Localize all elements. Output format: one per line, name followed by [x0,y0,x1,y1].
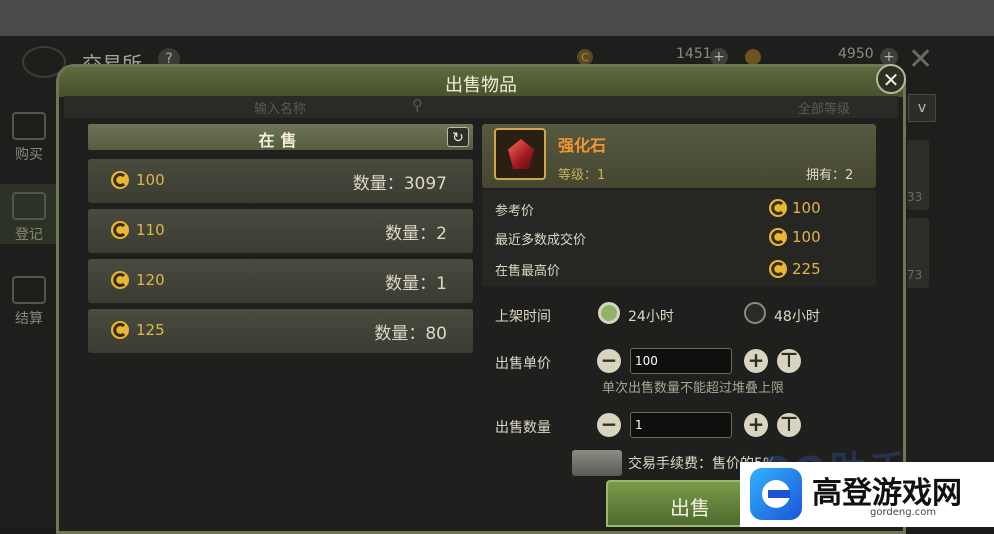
on-sale-title: 在售 [258,131,303,150]
coin-icon [769,228,787,246]
register-icon [12,192,46,220]
quantity-decrease-button[interactable]: − [597,413,621,437]
item-level: 等级：1 [558,168,606,183]
coin-icon [111,221,129,239]
recent-price-label: 最近多数成交价 [495,233,587,248]
dialog-title: 出售物品 [445,75,517,96]
radio-48h[interactable] [744,302,766,324]
listing-row[interactable]: 120 数量：1 [88,259,473,303]
listing-time-label: 上架时间 [495,309,551,325]
on-sale-header: 在售 [88,124,473,150]
site-logo-icon [750,468,802,520]
radio-48h-label[interactable]: 48小时 [774,306,820,326]
listing-price: 110 [136,221,165,239]
fee-ticket-icon [572,450,622,476]
top-bar [0,0,994,36]
listing-quantity: 数量：80 [374,324,447,344]
coin-icon [111,271,129,289]
recent-price: 100 [792,228,821,246]
search-icon: ⚲ [412,96,423,114]
price-increase-button[interactable]: + [744,349,768,373]
listing-row[interactable]: 110 数量：2 [88,209,473,253]
level-filter: 全部等级 [798,102,851,117]
listing-row[interactable]: 125 数量：80 [88,309,473,353]
stack-limit-hint: 单次出售数量不能超过堆叠上限 [602,381,785,396]
reference-price: 100 [792,199,821,217]
site-domain: gordeng.com [870,507,937,518]
listing-quantity: 数量：2 [385,224,447,244]
reference-price-label: 参考价 [495,204,535,219]
coin-icon [769,199,787,217]
listing-price: 100 [136,171,165,189]
sidebar-item-settle[interactable]: 结算 [0,276,58,336]
cart-icon [12,276,46,304]
unit-price-label: 出售单价 [495,356,551,372]
quantity-input[interactable]: 1 [630,412,732,438]
listing-quantity: 数量：3097 [352,174,447,194]
site-name: 高登游戏网 [812,476,962,511]
sidebar-item-label: 结算 [15,311,43,327]
background-search-strip: 输入名称 ⚲ 全部等级 [64,96,898,118]
radio-24h-label[interactable]: 24小时 [628,306,674,326]
radio-24h[interactable] [598,302,620,324]
coin-balance: 1451 [676,46,712,62]
highest-price-label: 在售最高价 [495,264,561,279]
price-max-button[interactable]: ⊤ [777,349,801,373]
quantity-max-button[interactable]: ⊤ [777,413,801,437]
unit-price-input[interactable]: 100 [630,348,732,374]
sidebar-item-register[interactable]: 登记 [0,184,58,244]
shop-icon [12,112,46,140]
gold-balance: 4950 [838,46,874,62]
sidebar-item-label: 登记 [15,227,43,243]
sidebar-item-buy[interactable]: 购买 [0,112,58,172]
card-number: 33 [907,190,923,204]
background-card: 73 [907,218,929,288]
listing-row[interactable]: 100 数量：3097 [88,159,473,203]
item-name: 强化石 [558,136,607,155]
refresh-button[interactable]: ↻ [447,127,469,147]
price-decrease-button[interactable]: − [597,349,621,373]
quantity-label: 出售数量 [495,420,551,436]
coin-icon [111,321,129,339]
item-owned-count: 拥有：2 [806,168,854,183]
listing-price: 125 [136,321,165,339]
item-icon [494,128,546,180]
listing-price: 120 [136,271,165,289]
logo-bar [768,490,790,498]
search-placeholder: 输入名称 [254,102,307,117]
dialog-header: 出售物品 [59,67,903,97]
listing-quantity: 数量：1 [385,274,447,294]
highest-price: 225 [792,260,821,278]
red-gem-icon [508,139,534,169]
background-card: 33 [907,140,929,210]
coin-icon [111,171,129,189]
card-number: 73 [907,268,923,282]
sidebar-item-label: 购买 [15,147,43,163]
exchange-close-icon[interactable]: ✕ [908,42,933,77]
svg-text:C: C [581,51,589,64]
dialog-close-button[interactable]: ✕ [876,64,906,94]
site-logo-watermark: 高登游戏网 gordeng.com [740,462,994,527]
coin-icon [769,260,787,278]
background-item-cards: 33 73 [907,100,937,296]
quantity-increase-button[interactable]: + [744,413,768,437]
